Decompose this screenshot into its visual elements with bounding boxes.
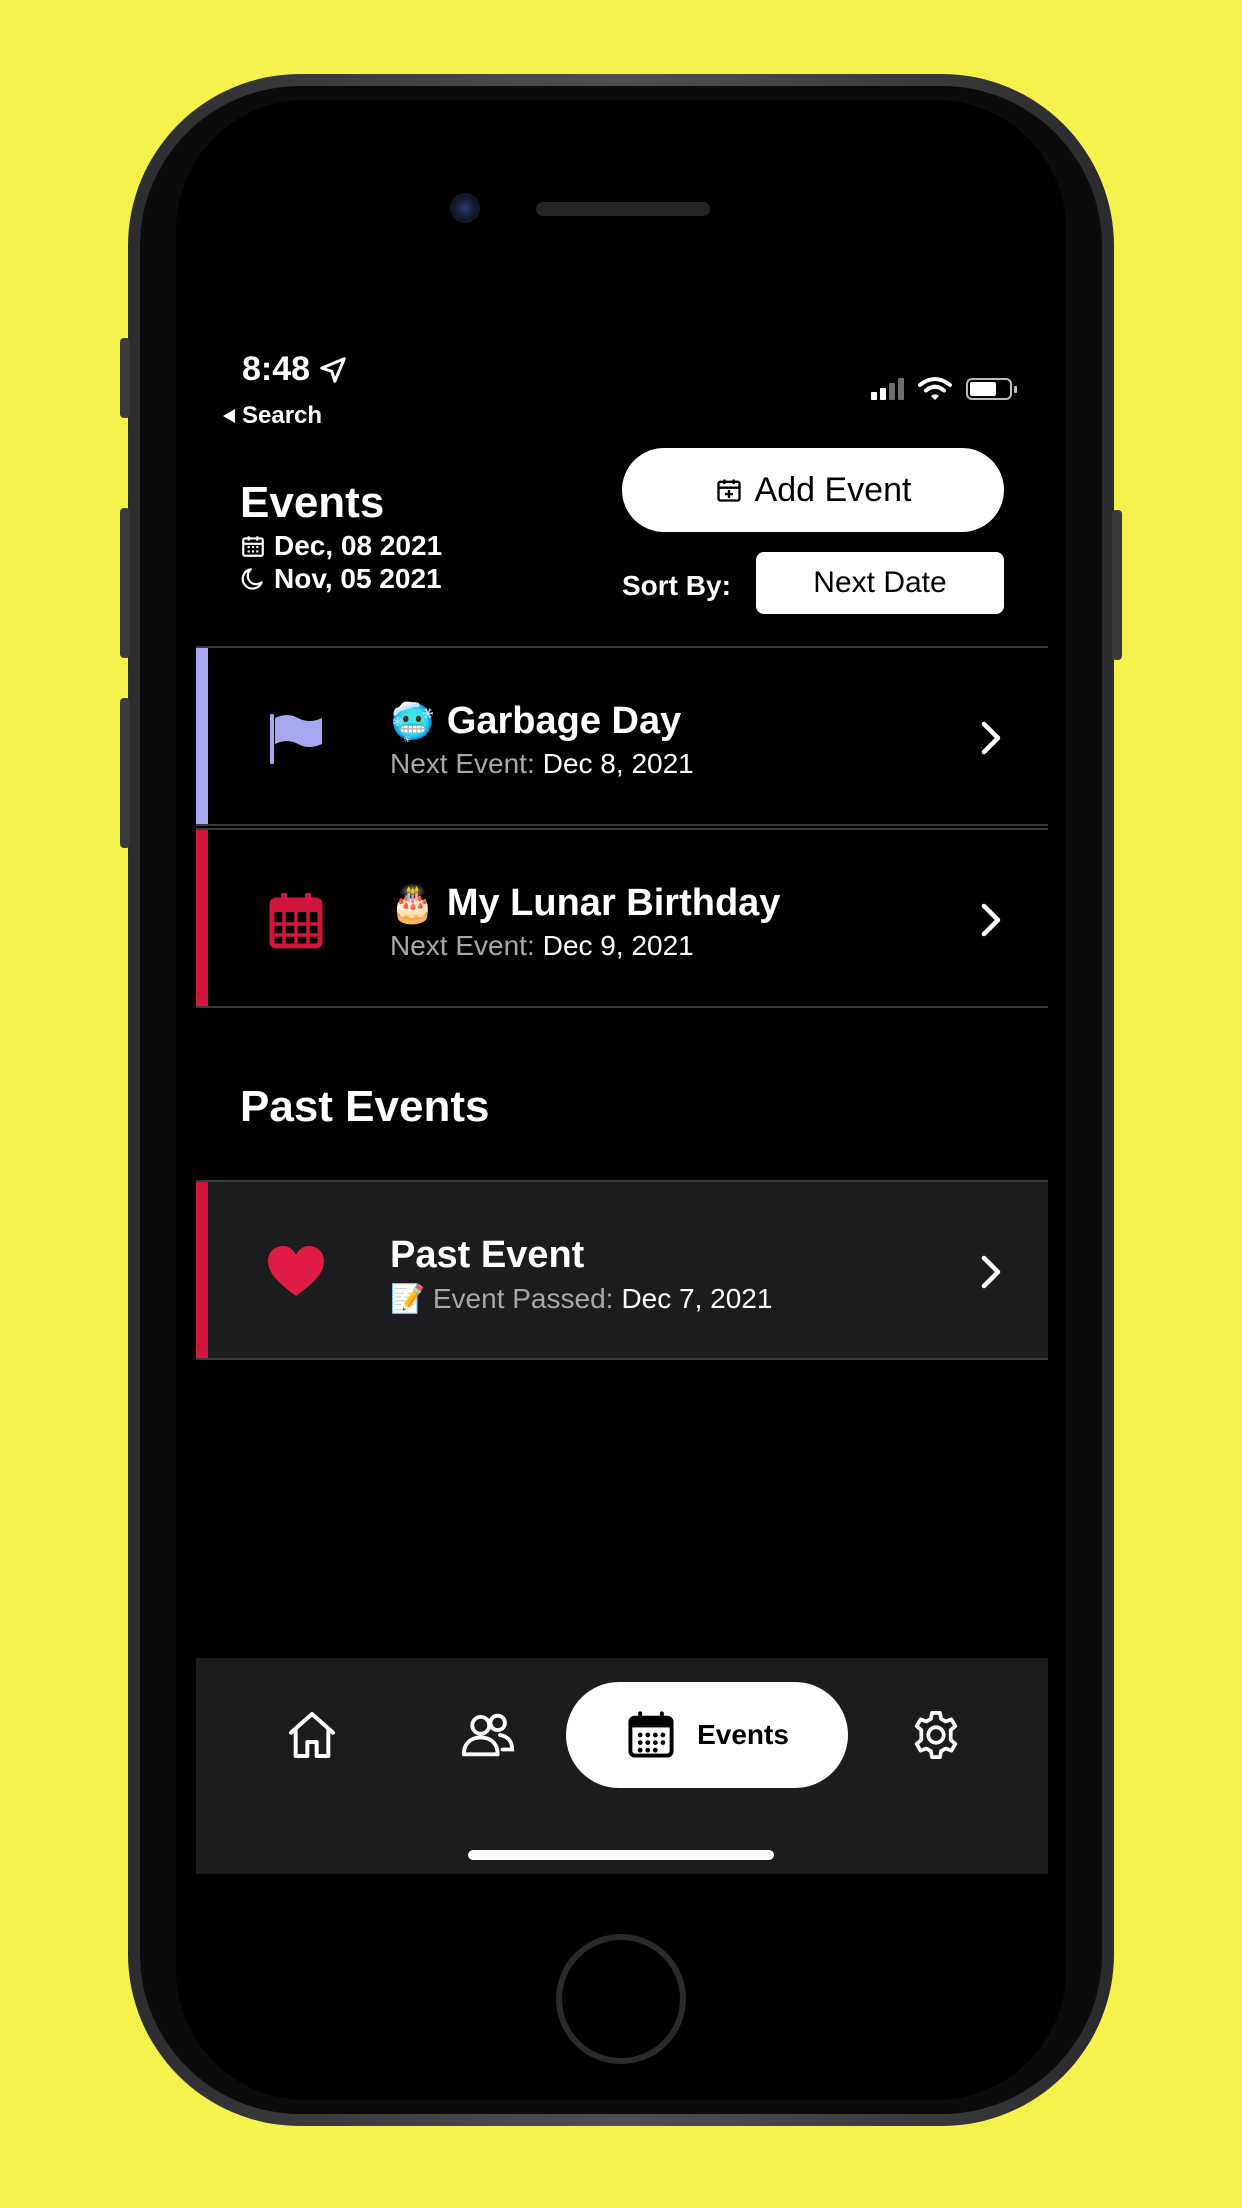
event-title: 🎂 My Lunar Birthday [390,882,780,925]
volume-down-button [120,698,130,848]
add-event-button[interactable]: Add Event [622,448,1004,532]
next-event-label: Next Event: [390,748,535,779]
calendar-icon [242,536,264,557]
tab-events-label: Events [697,1719,789,1750]
page-title: Events [240,478,385,527]
birthday-cake-emoji: 🎂 [390,883,435,925]
earpiece-speaker [536,202,710,216]
event-accent-bar [196,1182,208,1358]
event-accent-bar [196,830,208,1006]
front-camera [450,193,480,223]
back-triangle-icon [223,409,235,423]
event-title-text: Garbage Day [446,700,682,742]
home-indicator[interactable] [468,1850,774,1860]
power-button [1112,510,1122,660]
event-row-lunar-birthday[interactable]: 🎂 My Lunar Birthday Next Event: Dec 9, 2… [196,828,1048,1008]
event-next-date: Next Event: Dec 9, 2021 [390,930,694,962]
memo-emoji: 📝 [390,1282,425,1315]
next-event-value: Dec 8, 2021 [542,748,694,779]
battery-icon [966,378,1017,400]
next-event-label: Next Event: [390,930,535,961]
moon-icon [241,568,263,590]
gear-icon [914,1710,958,1760]
heart-icon [268,1246,324,1296]
back-to-search[interactable]: Search [222,402,322,430]
sort-by-value: Next Date [813,566,947,599]
add-event-label: Add Event [754,470,912,509]
chevron-right-icon [981,721,1001,755]
calendar-icon [628,1711,674,1758]
status-time: 8:48 [242,350,348,389]
tab-events[interactable]: Events [566,1682,848,1788]
event-title: 🥶 Garbage Day [390,700,681,743]
back-label: Search [242,402,323,429]
cold-face-emoji: 🥶 [390,701,435,743]
event-title: Past Event [390,1234,584,1277]
calendar-plus-icon [716,479,741,502]
sort-by-label: Sort By: [622,570,731,601]
signal-icon [871,378,904,400]
chevron-right-icon [981,1255,1001,1289]
event-passed-label: Event Passed: [432,1282,614,1314]
flag-icon [270,714,322,764]
tab-bar: Events [196,1658,1048,1874]
gregorian-date-text: Dec, 08 2021 [274,530,443,561]
people-icon [461,1713,515,1757]
gregorian-date: Dec, 08 2021 [240,530,442,562]
tab-home[interactable] [266,1682,358,1788]
past-events-heading: Past Events [240,1082,490,1131]
tab-people[interactable] [442,1682,534,1788]
home-button[interactable] [556,1934,686,2064]
event-next-date: Next Event: Dec 8, 2021 [390,748,694,780]
volume-up-button [120,508,130,658]
calendar-icon [269,893,323,949]
lunar-date-text: Nov, 05 2021 [274,563,442,594]
status-time-text: 8:48 [242,350,311,388]
next-event-value: Dec 9, 2021 [542,930,694,961]
event-title-text: My Lunar Birthday [446,882,781,924]
event-row-past-event[interactable]: Past Event 📝 Event Passed: Dec 7, 2021 [196,1180,1048,1360]
home-icon [289,1712,335,1758]
tab-settings[interactable] [890,1682,982,1788]
sort-by-select[interactable]: Next Date [756,552,1004,614]
event-title-text: Past Event [390,1234,585,1276]
event-passed-value: Dec 7, 2021 [621,1282,773,1314]
event-accent-bar [196,648,208,824]
status-indicators [871,376,1017,402]
chevron-right-icon [981,903,1001,937]
lunar-date: Nov, 05 2021 [240,563,442,595]
mute-switch [120,338,130,418]
event-passed-date: 📝 Event Passed: Dec 7, 2021 [390,1282,772,1315]
event-row-garbage-day[interactable]: 🥶 Garbage Day Next Event: Dec 8, 2021 [196,646,1048,826]
wifi-icon [918,377,952,400]
app-screen: 8:48 Search Events Dec, 08 2021 Nov, 05 … [196,340,1048,1874]
location-arrow-icon [320,356,346,383]
